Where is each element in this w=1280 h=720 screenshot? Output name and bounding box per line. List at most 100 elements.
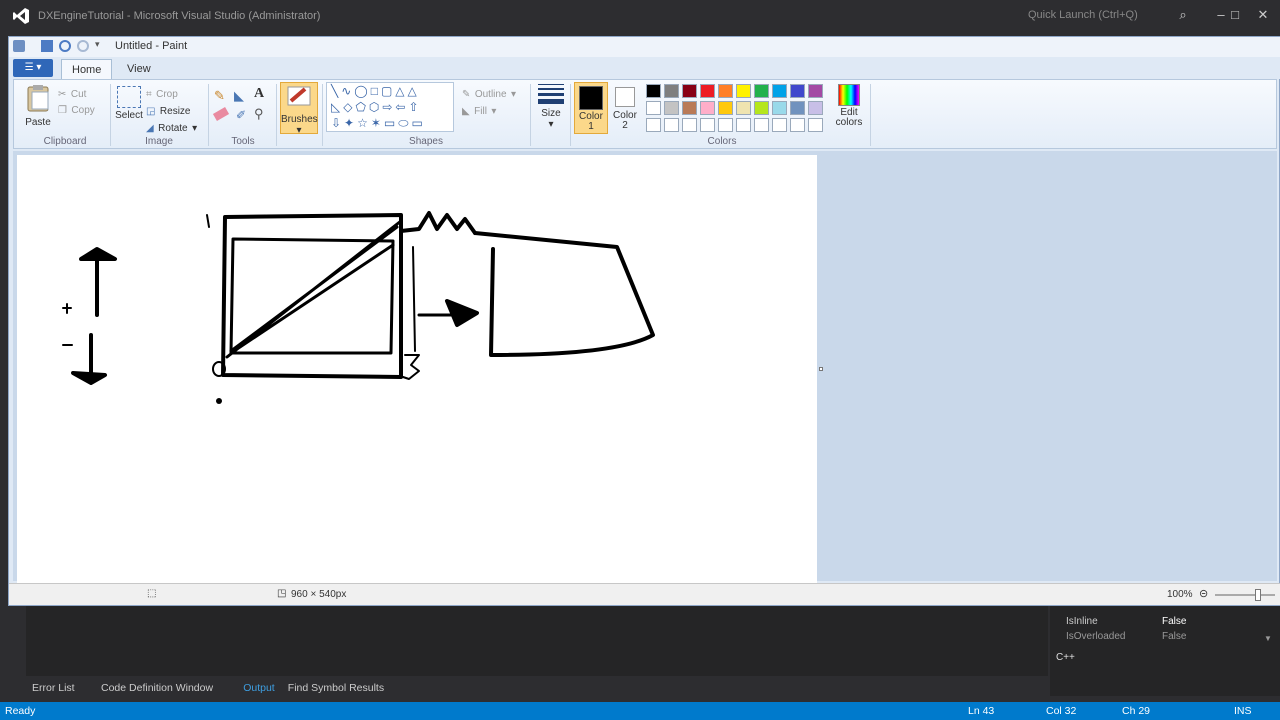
palette-swatch[interactable] <box>772 84 787 98</box>
outline-icon: ✎ <box>462 89 471 100</box>
column-number: Col 32 <box>1046 705 1077 717</box>
palette-swatch[interactable] <box>808 101 823 115</box>
palette-swatch[interactable] <box>700 84 715 98</box>
resize-icon: ◲ <box>146 106 156 117</box>
output-panel <box>26 606 1048 676</box>
drawing-canvas[interactable] <box>17 155 817 583</box>
undo-icon[interactable] <box>59 40 71 52</box>
palette-swatch[interactable] <box>772 118 787 132</box>
palette-swatch[interactable] <box>646 118 661 132</box>
clipboard-group-label: Clipboard <box>43 136 87 147</box>
scroll-down-icon[interactable]: ▼ <box>1264 634 1272 643</box>
copy-button[interactable]: ❐ Copy <box>58 100 95 118</box>
paste-label: Paste <box>25 117 51 128</box>
palette-swatch[interactable] <box>754 118 769 132</box>
palette-swatch[interactable] <box>754 84 769 98</box>
select-button[interactable]: Select <box>114 84 144 121</box>
canvas-dimensions: 960 × 540px <box>291 589 347 600</box>
shapes-gallery[interactable]: ╲∿◯□▢△△ ◺◇⬠⬡⇨⇦⇧ ⇩✦☆✶▭⬭▭ <box>326 82 454 132</box>
zoom-slider-thumb[interactable] <box>1255 589 1261 601</box>
bottom-tab[interactable]: Output <box>243 682 275 694</box>
magnifier-icon[interactable]: ⚲ <box>254 106 264 122</box>
divider <box>322 84 323 146</box>
tab-home[interactable]: Home <box>61 59 113 79</box>
property-row[interactable]: IsOverloaded False <box>1066 631 1266 645</box>
canvas-resize-handle[interactable] <box>819 367 823 371</box>
palette-swatch[interactable] <box>772 101 787 115</box>
paste-button[interactable]: Paste <box>20 84 56 132</box>
shapes-row: ⇩✦☆✶▭⬭▭ <box>331 116 426 130</box>
crop-button[interactable]: ⌗ Crop <box>146 84 178 102</box>
divider <box>110 84 111 146</box>
color1-number: 1 <box>588 121 594 132</box>
fill-button[interactable]: ◣ Fill ▾ <box>462 101 496 119</box>
edit-colors-button[interactable]: Edit colors <box>832 82 866 128</box>
property-name: IsInline <box>1066 616 1098 627</box>
outline-label: Outline <box>474 89 507 100</box>
palette-swatch[interactable] <box>646 101 661 115</box>
pencil-icon[interactable]: ✎ <box>214 88 225 104</box>
outline-button[interactable]: ✎ Outline ▾ <box>462 84 516 102</box>
color2-swatch <box>615 87 635 107</box>
ribbon: Paste ✂ Cut ❐ Copy Clipboard Select ⌗ Cr… <box>13 79 1277 149</box>
color-picker-icon[interactable]: ✐ <box>236 108 246 122</box>
eraser-icon[interactable] <box>212 107 230 121</box>
maximize-icon[interactable]: □ <box>1222 5 1248 25</box>
palette-swatch[interactable] <box>718 84 733 98</box>
palette-swatch[interactable] <box>664 101 679 115</box>
text-tool-icon[interactable]: A <box>254 86 264 102</box>
palette-swatch[interactable] <box>790 118 805 132</box>
tab-view[interactable]: View <box>117 59 161 79</box>
palette-swatch[interactable] <box>808 118 823 132</box>
palette-swatch[interactable] <box>736 84 751 98</box>
palette-swatch[interactable] <box>790 101 805 115</box>
palette-swatch[interactable] <box>664 84 679 98</box>
close-icon[interactable]: ✕ <box>1250 5 1276 25</box>
palette-swatch[interactable] <box>682 101 697 115</box>
redo-icon[interactable] <box>77 40 89 52</box>
palette-swatch[interactable] <box>736 118 751 132</box>
palette-swatch[interactable] <box>718 118 733 132</box>
bottom-tab[interactable]: Code Definition Window <box>101 682 213 694</box>
rotate-button[interactable]: ◢ Rotate ▾ <box>146 118 197 136</box>
zoom-out-icon[interactable]: ⊝ <box>1199 587 1208 600</box>
palette-swatch[interactable] <box>754 101 769 115</box>
size-button[interactable]: Size ▾ <box>536 82 566 130</box>
chevron-down-icon: ▾ <box>548 119 554 130</box>
color1-button[interactable]: Color 1 <box>574 82 608 134</box>
palette-swatch[interactable] <box>682 118 697 132</box>
brushes-button[interactable]: Brushes ▾ <box>280 82 318 136</box>
property-name: IsOverloaded <box>1066 631 1126 642</box>
property-row[interactable]: IsInline False <box>1066 616 1266 630</box>
palette-swatch[interactable] <box>808 84 823 98</box>
palette-swatch[interactable] <box>664 118 679 132</box>
cut-icon: ✂ <box>58 89 67 100</box>
palette-swatch[interactable] <box>682 84 697 98</box>
resize-button[interactable]: ◲ Resize <box>146 101 190 119</box>
bottom-tab[interactable]: Find Symbol Results <box>288 682 384 694</box>
shapes-row: ╲∿◯□▢△△ <box>331 84 420 98</box>
properties-panel: IsInline False IsOverloaded False C++ ▼ <box>1050 606 1280 696</box>
size-icon <box>538 84 564 104</box>
bottom-tab[interactable]: Error List <box>32 682 75 694</box>
rotate-icon: ◢ <box>146 123 154 134</box>
palette-swatch[interactable] <box>718 101 733 115</box>
customize-quick-access-icon[interactable]: ▾ <box>95 39 100 50</box>
save-icon[interactable] <box>41 40 53 52</box>
zoom-slider[interactable] <box>1215 589 1275 601</box>
paint-titlebar: ▾ Untitled - Paint <box>9 37 1280 57</box>
palette-swatch[interactable] <box>700 118 715 132</box>
file-menu-button[interactable]: ☰ ▾ <box>13 59 53 77</box>
search-icon[interactable]: ⌕ <box>1170 5 1196 25</box>
paint-window: ▾ Untitled - Paint ☰ ▾ Home View Paste ✂… <box>8 36 1280 606</box>
palette-swatch[interactable] <box>790 84 805 98</box>
palette-swatch[interactable] <box>736 101 751 115</box>
color2-button[interactable]: Color 2 <box>610 82 640 134</box>
palette-swatch[interactable] <box>646 84 661 98</box>
palette-swatch[interactable] <box>700 101 715 115</box>
selection-position-icon: ⬚ <box>147 588 157 599</box>
status-text: Ready <box>5 705 36 717</box>
bottom-tool-tabs: Error List Code Definition Window Output Fi… <box>0 680 1050 698</box>
color-spectrum-icon <box>838 84 860 106</box>
fill-bucket-icon[interactable]: ◣ <box>234 88 244 104</box>
